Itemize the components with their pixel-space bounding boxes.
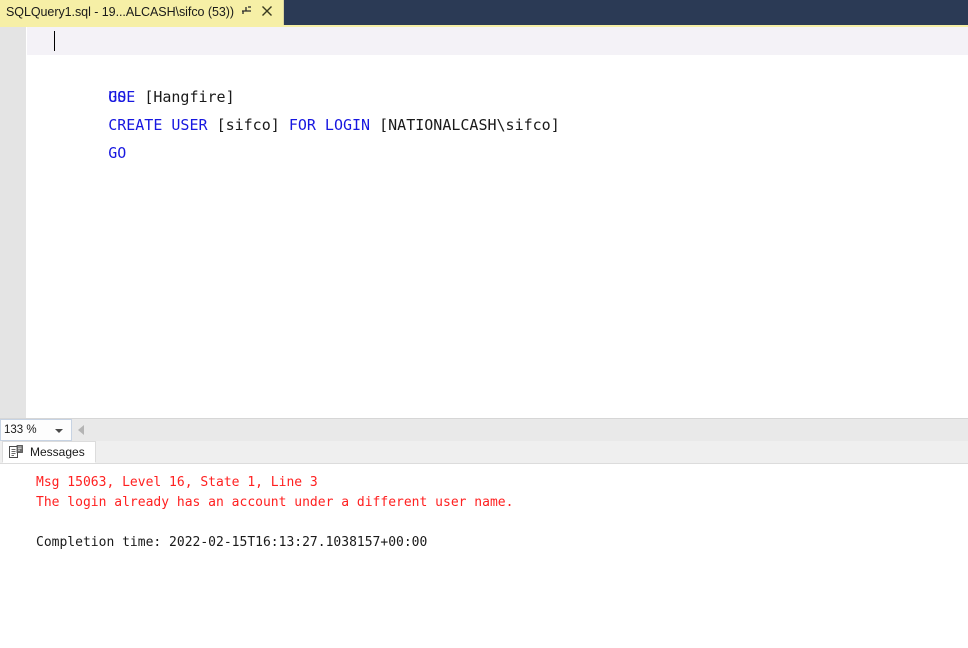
messages-output[interactable]: Msg 15063, Level 16, State 1, Line 3 The… [0, 464, 968, 648]
document-tab-sqlquery1[interactable]: SQLQuery1.sql - 19...ALCASH\sifco (53)) [0, 0, 284, 25]
code-line-4[interactable]: GO [27, 111, 968, 162]
message-error-line-2: The login already has an account under a… [36, 495, 514, 510]
messages-icon [8, 444, 24, 460]
scroll-left-arrow-icon[interactable] [78, 425, 84, 435]
code-keyword-go-2: GO [108, 144, 127, 162]
pin-icon[interactable] [239, 4, 255, 22]
code-line-1[interactable]: USE [Hangfire] [27, 27, 968, 106]
results-tabstrip: Messages [0, 441, 968, 464]
text-caret [54, 31, 55, 51]
zoom-level-combobox[interactable]: 133 % [0, 419, 72, 441]
close-icon[interactable] [260, 4, 276, 22]
sql-editor[interactable]: USE [Hangfire] GO CREATE USER [sifco] FO… [0, 27, 968, 418]
code-line-3[interactable]: CREATE USER [sifco] FOR LOGIN [NATIONALC… [27, 83, 968, 134]
tab-messages[interactable]: Messages [2, 441, 96, 463]
results-pane: Messages Msg 15063, Level 16, State 1, L… [0, 441, 968, 648]
tab-messages-label: Messages [30, 445, 85, 459]
message-completion-time: Completion time: 2022-02-15T16:13:27.103… [36, 535, 428, 550]
editor-status-row: 133 % [0, 418, 968, 441]
editor-code-area[interactable]: USE [Hangfire] GO CREATE USER [sifco] FO… [27, 27, 968, 418]
zoom-level-value: 133 % [4, 424, 37, 436]
document-tabstrip: SQLQuery1.sql - 19...ALCASH\sifco (53)) [0, 0, 968, 25]
chevron-down-icon[interactable] [55, 429, 63, 433]
document-tab-title: SQLQuery1.sql - 19...ALCASH\sifco (53)) [6, 5, 234, 19]
editor-gutter [0, 27, 26, 418]
message-error-line-1: Msg 15063, Level 16, State 1, Line 3 [36, 475, 318, 490]
editor-horizontal-scrollbar[interactable] [73, 419, 968, 441]
code-line-2[interactable]: GO [27, 55, 968, 106]
